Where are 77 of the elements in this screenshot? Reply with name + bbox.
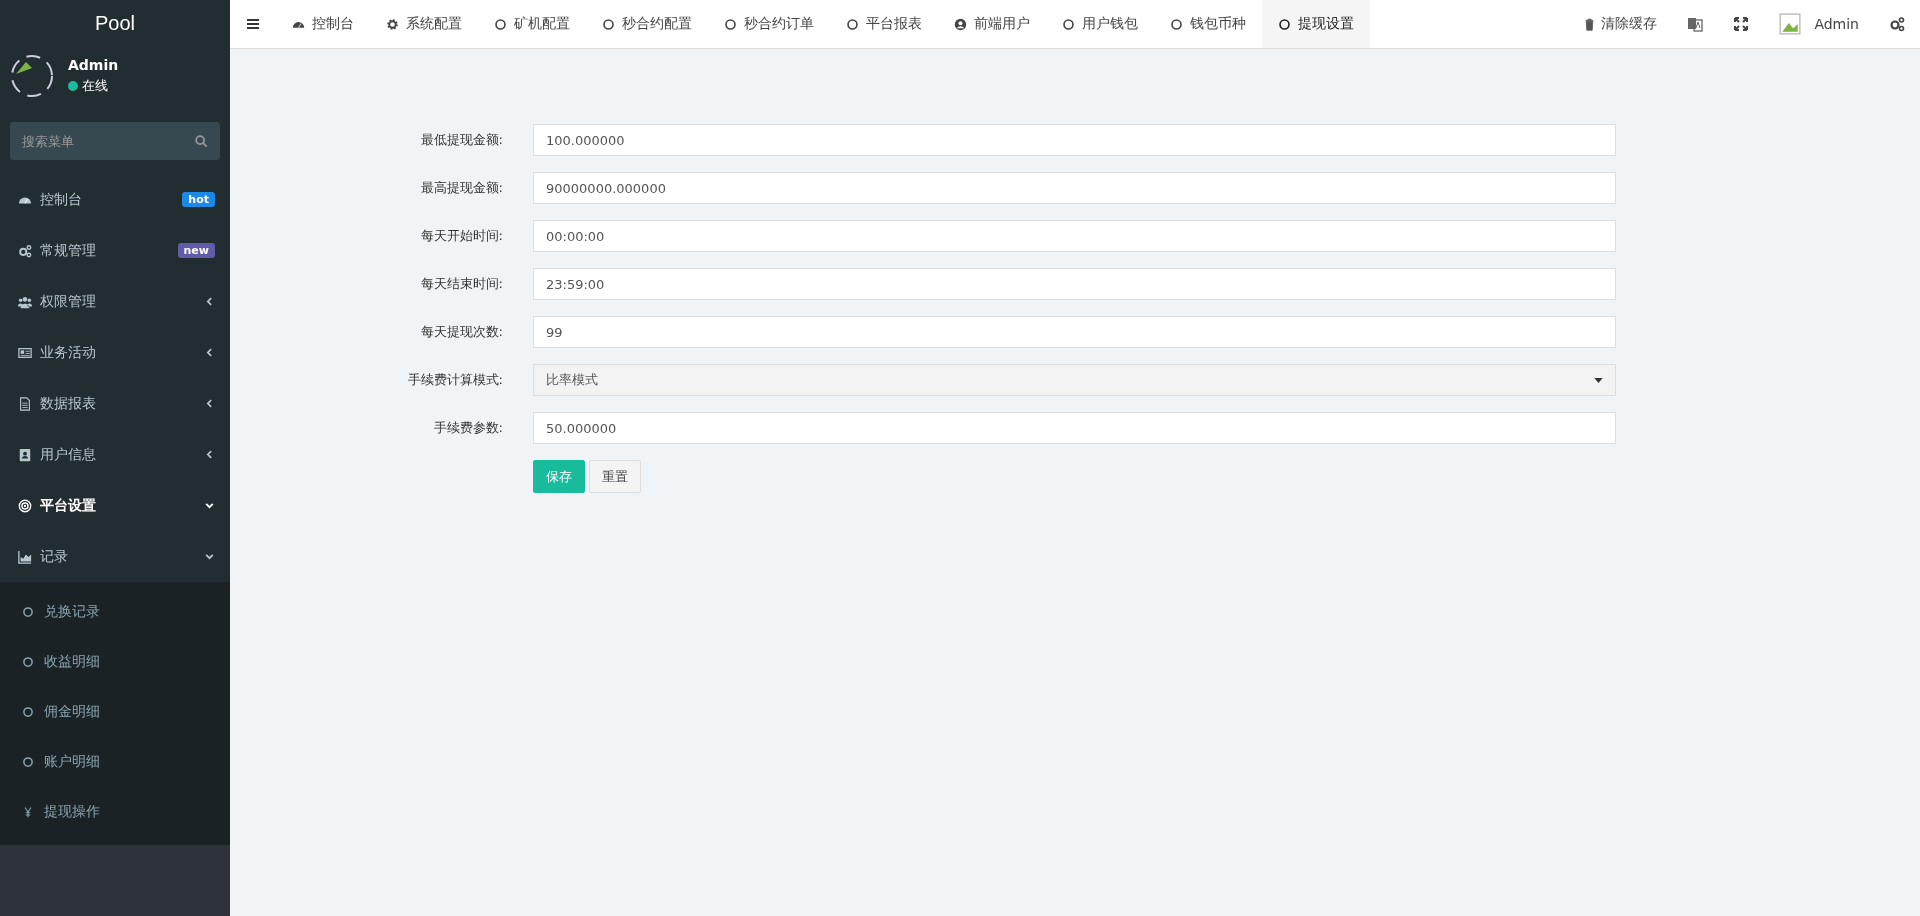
submenu-item[interactable]: 提现操作 [0,787,230,837]
circle-icon [602,17,615,31]
online-dot [68,81,78,91]
field-label: 最高提现金额: [419,179,503,197]
circle-icon [1278,17,1291,31]
nav-tab[interactable]: 提现设置 [1262,0,1370,48]
input-field[interactable]: 50.000000 [533,412,1616,444]
sidebar-item[interactable]: 平台设置 [0,480,230,531]
user-menu[interactable]: Admin [1764,0,1874,48]
nav-tab[interactable]: 平台报表 [830,0,938,48]
search-icon [194,134,208,148]
circle-icon [1170,17,1183,31]
field-label: 每天提现次数: [419,323,503,341]
file-icon [18,396,32,411]
app-logo-text: Pool [94,10,136,36]
area-chart-icon [18,549,32,564]
circle-icon [22,606,34,618]
sidebar-item[interactable]: 业务活动 [0,327,230,378]
avatar-icon [1779,13,1802,35]
field-label: 每天开始时间: [419,227,503,245]
dropdown-caret-icon [1594,377,1603,383]
input-field[interactable]: 100.000000 [533,124,1616,156]
nav-tab[interactable]: 矿机配置 [478,0,586,48]
input-field[interactable]: 00:00:00 [533,220,1616,252]
circle-icon [494,17,507,31]
menu-badge: hot [182,192,215,207]
user-name: Admin [68,57,119,73]
contact-card-icon [18,447,32,462]
settings-icon[interactable] [1889,16,1905,32]
input-field[interactable]: 99 [533,316,1616,348]
circle-icon [1062,17,1075,31]
translate-icon[interactable] [1687,16,1704,32]
nav-tab[interactable]: 秒合约订单 [708,0,830,48]
sidebar-item[interactable]: 记录 [0,531,230,582]
nav-tab[interactable]: 控制台 [276,0,370,48]
nav-tab[interactable]: 钱包币种 [1154,0,1262,48]
trash-icon [1583,17,1597,31]
sidebar-item[interactable]: 常规管理 new [0,225,230,276]
field-label: 每天结束时间: [419,275,503,293]
circle-icon [22,656,34,668]
user-circle-icon [954,17,967,31]
field-label: 最低提现金额: [419,131,503,149]
target-icon [18,498,32,513]
menu-icon[interactable] [246,18,260,30]
fullscreen-icon[interactable] [1733,16,1750,32]
nav-tab[interactable]: 用户钱包 [1046,0,1154,48]
submenu-item[interactable]: 佣金明细 [0,687,230,737]
newspaper-icon [18,345,32,360]
input-field[interactable]: 23:59:00 [533,268,1616,300]
users-icon [18,294,32,309]
select-field[interactable]: 比率模式 [533,364,1616,396]
reset-button[interactable]: 重置 [589,460,641,493]
circle-icon [846,17,859,31]
circle-icon [22,756,34,768]
menu-badge: new [177,243,215,258]
field-label: 手续费计算模式: [406,371,503,389]
search-field[interactable]: 搜索菜单 [10,122,220,160]
submenu-item[interactable]: 兑换记录 [0,587,230,637]
nav-tab[interactable]: 系统配置 [370,0,478,48]
yen-icon [22,806,34,818]
input-field[interactable]: 90000000.000000 [533,172,1616,204]
user-status: 在线 [82,77,108,95]
gear-icon [386,17,399,31]
nav-tab[interactable]: 秒合约配置 [586,0,708,48]
submenu-item[interactable]: 收益明细 [0,637,230,687]
sidebar-item[interactable]: 数据报表 [0,378,230,429]
circle-icon [724,17,737,31]
sidebar-item[interactable]: 用户信息 [0,429,230,480]
submenu-item[interactable]: 账户明细 [0,737,230,787]
avatar-icon [10,54,54,98]
nav-tab[interactable]: 前端用户 [938,0,1046,48]
circle-icon [22,706,34,718]
field-label: 手续费参数: [432,419,503,437]
sidebar-item[interactable]: 权限管理 [0,276,230,327]
gears-icon [18,243,32,258]
sidebar-item[interactable]: 控制台 hot [0,174,230,225]
clear-cache-button[interactable]: 清除缓存 [1568,0,1673,48]
